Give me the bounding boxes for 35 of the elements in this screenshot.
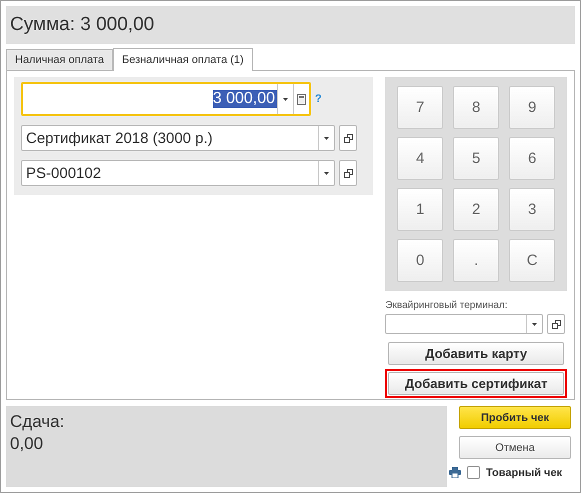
terminal-field[interactable] [385,314,544,334]
keypad-key[interactable]: 8 [453,86,500,129]
keypad-key[interactable]: 6 [509,137,556,180]
add-button[interactable]: Добавить сертификат [388,372,564,395]
open-icon[interactable] [339,125,357,151]
keypad-key[interactable]: C [509,239,556,282]
number-field[interactable]: PS-000102 [21,160,335,186]
amount-value: 3 000,00 [212,90,277,108]
tab[interactable]: Безналичная оплата (1) [112,48,253,71]
keypad-key[interactable]: 4 [397,137,444,180]
keypad-key[interactable]: 0 [397,239,444,282]
calculator-icon[interactable] [293,84,309,114]
checkbox-label: Товарный чек [486,466,562,478]
open-icon[interactable] [339,160,357,186]
total-title: Сумма: 3 000,00 [10,14,154,36]
amount-field[interactable]: 3 000,00 [21,82,311,116]
change-value: 0,00 [10,434,44,454]
keypad-key[interactable]: 3 [509,188,556,231]
keypad-key[interactable]: 1 [397,188,444,231]
keypad-key[interactable]: 9 [509,86,556,129]
change-label: Сдача: [10,412,66,432]
keypad-key[interactable]: 2 [453,188,500,231]
help-link[interactable]: ? [315,93,322,105]
add-button[interactable]: Добавить карту [388,342,564,365]
keypad-key[interactable]: 7 [397,86,444,129]
action-button[interactable]: Пробить чек [459,406,571,429]
terminal-label: Эквайринговый терминал: [385,300,509,311]
action-button[interactable]: Отмена [459,436,571,459]
open-icon[interactable] [547,314,566,334]
keypad-key[interactable]: . [453,239,500,282]
printer-icon[interactable] [449,467,461,478]
tab[interactable]: Наличная оплата [6,49,113,70]
checkbox[interactable] [467,466,480,479]
certificate-field[interactable]: Сертификат 2018 (3000 р.) [21,125,335,151]
keypad-key[interactable]: 5 [453,137,500,180]
